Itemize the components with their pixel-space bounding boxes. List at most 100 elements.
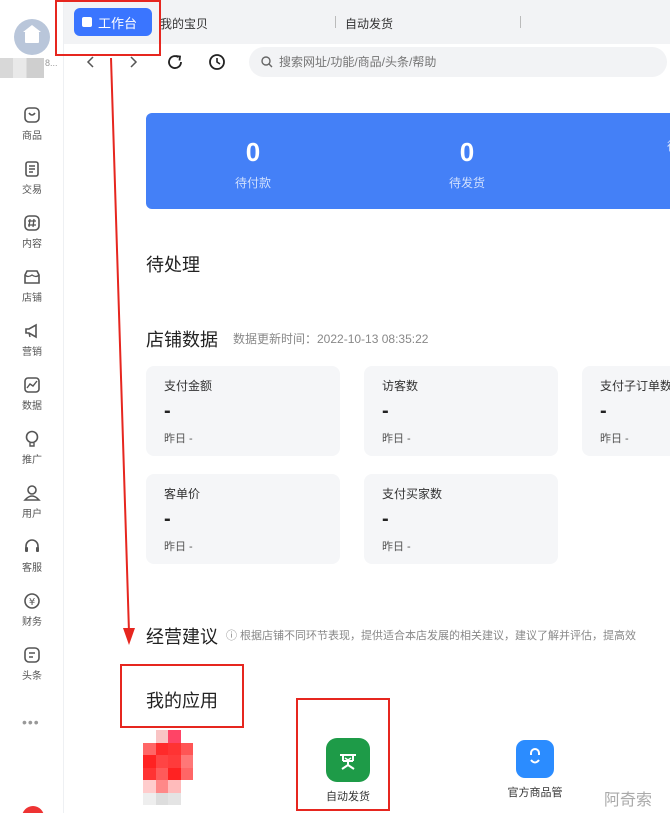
stat-pending-shipment[interactable]: 0 待发货 xyxy=(407,113,527,191)
sidebar-item-label: 商品 xyxy=(22,131,42,142)
tab-workbench[interactable]: 工作台 xyxy=(74,8,152,36)
data-icon xyxy=(24,377,40,393)
sidebar-item-product[interactable]: 商品 xyxy=(0,106,64,142)
card-value: - xyxy=(382,508,389,530)
search-icon xyxy=(261,56,273,68)
card-yesterday: 昨日 - xyxy=(164,433,193,445)
sidebar-item-shop[interactable]: 店铺 xyxy=(0,268,64,304)
history-button[interactable] xyxy=(207,52,227,72)
stat-value: 0 xyxy=(459,137,475,167)
card-yesterday: 昨日 - xyxy=(382,541,411,553)
stat-pending-payment[interactable]: 0 待付款 xyxy=(193,113,313,191)
customer-service-icon xyxy=(25,539,39,552)
stat-label: 待 xyxy=(613,137,670,154)
shop-name-mosaic xyxy=(0,58,44,78)
sidebar: 8... 商品 交易 内容 店铺 营销 数据 推广 用户 客服 ¥ 财务 头条 … xyxy=(0,0,64,813)
sidebar-item-finance[interactable]: ¥ 财务 xyxy=(0,592,64,628)
notification-badge[interactable] xyxy=(22,806,44,813)
sidebar-item-label: 用户 xyxy=(22,509,42,520)
card-title: 客单价 xyxy=(164,487,201,501)
tab-label: 工作台 xyxy=(98,15,138,31)
sidebar-item-label: 数据 xyxy=(22,401,42,412)
card-yesterday: 昨日 - xyxy=(164,541,193,553)
my-apps-title: 我的应用 xyxy=(146,691,218,711)
marketing-icon xyxy=(25,323,37,339)
shopping-bag-icon xyxy=(530,748,540,764)
stat-value: 0 xyxy=(245,137,261,167)
sidebar-item-label: 店铺 xyxy=(22,293,42,304)
more-icon[interactable]: ••• xyxy=(22,714,40,730)
metric-card-sub-orders[interactable]: 支付子订单数 - 昨日 - xyxy=(582,366,670,456)
sidebar-item-label: 财务 xyxy=(22,617,42,628)
auto-delivery-app-icon xyxy=(326,738,370,782)
pending-title: 待处理 xyxy=(146,255,200,275)
headline-icon xyxy=(24,647,40,663)
back-button[interactable] xyxy=(81,52,101,72)
card-value: - xyxy=(600,400,607,422)
tab-auto-delivery[interactable]: 自动发货 xyxy=(345,15,393,32)
stat-label: 待付款 xyxy=(234,176,271,190)
sidebar-item-content[interactable]: 内容 xyxy=(0,214,64,250)
metric-card-visitors[interactable]: 访客数 - 昨日 - xyxy=(364,366,558,456)
forward-button[interactable] xyxy=(123,52,143,72)
tab-my-items[interactable]: 我的宝贝 xyxy=(160,15,208,32)
sidebar-item-label: 内容 xyxy=(22,239,42,250)
card-title: 支付买家数 xyxy=(382,487,443,501)
sidebar-item-data[interactable]: 数据 xyxy=(0,376,64,412)
app-auto-delivery[interactable]: 自动发货 xyxy=(303,738,393,804)
sidebar-item-marketing[interactable]: 营销 xyxy=(0,322,64,358)
promotion-icon xyxy=(25,430,39,447)
product-icon xyxy=(24,107,40,123)
sidebar-item-label: 营销 xyxy=(22,347,42,358)
metric-card-avg-price[interactable]: 客单价 - 昨日 - xyxy=(146,474,340,564)
content-icon xyxy=(24,215,40,231)
chevron-right-icon xyxy=(130,56,138,68)
shop-icon xyxy=(24,270,40,284)
card-yesterday: 昨日 - xyxy=(600,433,629,445)
tab-divider xyxy=(520,16,521,28)
search-bar[interactable] xyxy=(249,47,667,77)
card-yesterday: 昨日 - xyxy=(382,433,411,445)
search-input[interactable] xyxy=(279,55,659,69)
auto-delivery-icon xyxy=(340,754,356,770)
order-stats-panel: 0 待付款 0 待发货 待 xyxy=(146,113,670,209)
official-goods-app-icon xyxy=(516,740,554,778)
update-time: 数据更新时间：2022-10-13 08:35:22 xyxy=(233,332,429,346)
clock-icon xyxy=(209,54,225,70)
card-title: 支付子订单数 xyxy=(600,379,670,393)
sidebar-item-label: 推广 xyxy=(22,455,42,466)
card-value: - xyxy=(164,508,171,530)
avatar[interactable] xyxy=(14,19,50,55)
sidebar-item-trade[interactable]: 交易 xyxy=(0,160,64,196)
sidebar-item-customer-service[interactable]: 客服 xyxy=(0,538,64,574)
card-value: - xyxy=(382,400,389,422)
shop-name-suffix: 8... xyxy=(45,58,58,68)
card-title: 支付金额 xyxy=(164,379,213,393)
tab-divider xyxy=(335,16,336,28)
card-title: 访客数 xyxy=(382,379,419,393)
app-mosaic-blurred[interactable] xyxy=(143,730,193,805)
refresh-button[interactable] xyxy=(165,52,185,72)
home-icon xyxy=(82,17,92,27)
app-window: 8... 商品 交易 内容 店铺 营销 数据 推广 用户 客服 ¥ 财务 头条 … xyxy=(0,0,670,813)
metric-card-pay-amount[interactable]: 支付金额 - 昨日 - xyxy=(146,366,340,456)
user-icon xyxy=(23,485,41,501)
finance-icon: ¥ xyxy=(24,593,40,609)
stat-third[interactable]: 待 xyxy=(613,113,670,154)
sidebar-item-promotion[interactable]: 推广 xyxy=(0,430,64,466)
watermark: 阿奇索 xyxy=(604,792,653,809)
advice-hint: ⓘ 根据店铺不同环节表现，提供适合本店发展的相关建议，建议了解并评估，提高效 xyxy=(226,630,637,642)
card-value: - xyxy=(164,400,171,422)
sidebar-item-label: 头条 xyxy=(22,671,42,682)
sidebar-item-user[interactable]: 用户 xyxy=(0,484,64,520)
shop-icon xyxy=(23,25,41,43)
svg-text:¥: ¥ xyxy=(29,597,35,608)
sidebar-item-headline[interactable]: 头条 xyxy=(0,646,64,682)
refresh-icon xyxy=(168,55,182,69)
app-label: 官方商品管 xyxy=(507,787,563,799)
app-label: 自动发货 xyxy=(326,791,370,803)
trade-icon xyxy=(25,161,39,177)
metric-card-buyers[interactable]: 支付买家数 - 昨日 - xyxy=(364,474,558,564)
shop-data-title: 店铺数据 xyxy=(146,330,218,350)
app-official-goods[interactable]: 官方商品管 xyxy=(490,740,580,800)
